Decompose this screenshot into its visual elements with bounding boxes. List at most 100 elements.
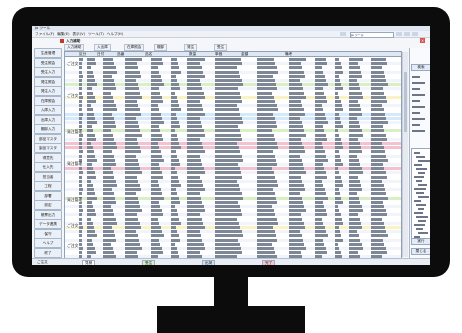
- tree-node[interactable]: [416, 228, 423, 230]
- table-row[interactable]: [65, 247, 401, 250]
- search-input[interactable]: Ja ツール: [350, 32, 394, 38]
- tree-node[interactable]: [416, 192, 424, 194]
- table-row[interactable]: [65, 188, 401, 192]
- table-row[interactable]: [65, 150, 401, 154]
- table-row[interactable]: [65, 251, 401, 255]
- tree-node[interactable]: [416, 180, 422, 182]
- table-row[interactable]: [65, 104, 401, 108]
- sidebar-button[interactable]: 棚卸入力: [34, 124, 62, 134]
- tree-node[interactable]: [418, 196, 429, 198]
- sidebar-button[interactable]: 生産管理: [34, 48, 62, 58]
- close-icon[interactable]: ×: [420, 38, 425, 43]
- table-row[interactable]: [65, 179, 401, 183]
- tab-item[interactable]: 在庫照会: [124, 44, 145, 51]
- sidebar-button[interactable]: 担当者: [34, 171, 62, 182]
- table-row[interactable]: [65, 95, 401, 99]
- tree-node[interactable]: [414, 176, 424, 178]
- table-row[interactable]: [65, 230, 401, 234]
- table-row[interactable]: [65, 213, 401, 217]
- menu-item[interactable]: 表示(V): [73, 31, 85, 37]
- sidebar-button[interactable]: データ連携: [34, 219, 62, 229]
- sidebar-button[interactable]: 帳票出力: [34, 209, 62, 220]
- tree-node[interactable]: [414, 152, 420, 154]
- tree-node[interactable]: [414, 188, 426, 190]
- tree-node[interactable]: [418, 184, 427, 186]
- table-row[interactable]: [65, 125, 401, 129]
- search-icon[interactable]: [396, 32, 402, 36]
- table-row[interactable]: [65, 116, 401, 120]
- tab-item[interactable]: 入力補助: [64, 44, 85, 51]
- table-row[interactable]: [65, 175, 401, 179]
- table-row[interactable]: [65, 205, 401, 208]
- grid-scrollbar[interactable]: [402, 52, 408, 257]
- tree-node[interactable]: [418, 208, 424, 210]
- tree-node[interactable]: [418, 220, 426, 222]
- tab-item[interactable]: 入出庫: [94, 44, 111, 51]
- tab-item[interactable]: 受注: [214, 44, 228, 51]
- table-row[interactable]: [65, 58, 401, 61]
- data-grid[interactable]: 区分 日付 品番 品名 数量 単価 金額 備考 ご注文 ご注文 発注管理 発注管理 発注管理 ご注文 ご注…: [64, 51, 402, 259]
- table-row[interactable]: [65, 100, 401, 103]
- right-panel-button[interactable]: 検索: [411, 64, 430, 71]
- table-row[interactable]: [65, 74, 401, 78]
- tree-node[interactable]: [418, 160, 430, 162]
- help-icon[interactable]: [412, 32, 418, 36]
- table-row[interactable]: [65, 66, 401, 70]
- menu-item[interactable]: ツール(T): [88, 31, 104, 37]
- table-row[interactable]: [65, 137, 401, 141]
- tree-node[interactable]: [414, 164, 422, 166]
- table-row[interactable]: [65, 154, 401, 158]
- sidebar-button[interactable]: 在庫照会: [34, 95, 62, 106]
- table-row[interactable]: [65, 129, 401, 133]
- table-row[interactable]: [65, 226, 401, 229]
- table-row[interactable]: [65, 87, 401, 91]
- sidebar-button[interactable]: 製品マスタ: [34, 143, 62, 153]
- table-row[interactable]: [65, 133, 401, 137]
- tree-node[interactable]: [416, 204, 426, 206]
- tree-node[interactable]: [416, 216, 428, 218]
- table-row[interactable]: [65, 70, 401, 74]
- tree-node[interactable]: [416, 168, 427, 170]
- table-row[interactable]: [65, 196, 401, 200]
- tree-view[interactable]: [411, 148, 430, 245]
- right-panel-button[interactable]: 実行: [411, 238, 430, 245]
- table-row[interactable]: [65, 242, 401, 246]
- table-row[interactable]: [65, 91, 401, 95]
- table-row[interactable]: [65, 209, 401, 213]
- table-row[interactable]: [65, 112, 401, 116]
- table-row[interactable]: [65, 192, 401, 196]
- table-row[interactable]: [65, 163, 401, 166]
- table-row[interactable]: [65, 234, 401, 238]
- table-row[interactable]: [65, 200, 401, 204]
- tab-item[interactable]: 棚卸: [154, 44, 168, 51]
- table-row[interactable]: [65, 221, 401, 225]
- sidebar-button[interactable]: 設定: [34, 200, 62, 210]
- sidebar-button[interactable]: 受注照会: [34, 57, 62, 68]
- tree-node[interactable]: [416, 156, 425, 158]
- sidebar-button[interactable]: 工程: [34, 181, 62, 191]
- table-row[interactable]: [65, 217, 401, 221]
- menu-item[interactable]: ヘルプ(H): [107, 31, 123, 37]
- tab-item[interactable]: 発注: [184, 44, 198, 51]
- table-row[interactable]: [65, 184, 401, 187]
- sidebar-button[interactable]: 出庫入力: [34, 114, 62, 125]
- table-row[interactable]: [65, 146, 401, 150]
- table-row[interactable]: [65, 167, 401, 171]
- sidebar-button[interactable]: 部品マスタ: [34, 133, 62, 144]
- sidebar-button[interactable]: 仕入先: [34, 162, 62, 172]
- sidebar-button[interactable]: 発注照会: [34, 76, 62, 87]
- table-row[interactable]: [65, 83, 401, 87]
- table-row[interactable]: [65, 158, 401, 162]
- back-icon[interactable]: [340, 32, 346, 36]
- table-row[interactable]: [65, 62, 401, 66]
- tree-node[interactable]: [414, 200, 421, 202]
- sidebar-button[interactable]: ヘルプ: [34, 238, 62, 248]
- tree-node[interactable]: [418, 172, 425, 174]
- table-row[interactable]: [65, 142, 401, 145]
- sidebar-button[interactable]: 入庫入力: [34, 105, 62, 115]
- right-panel-button[interactable]: 閉じる: [411, 248, 430, 255]
- settings-icon[interactable]: [404, 32, 410, 36]
- tree-node[interactable]: [414, 224, 425, 226]
- table-row[interactable]: [65, 238, 401, 242]
- scrollbar-thumb[interactable]: [404, 72, 407, 132]
